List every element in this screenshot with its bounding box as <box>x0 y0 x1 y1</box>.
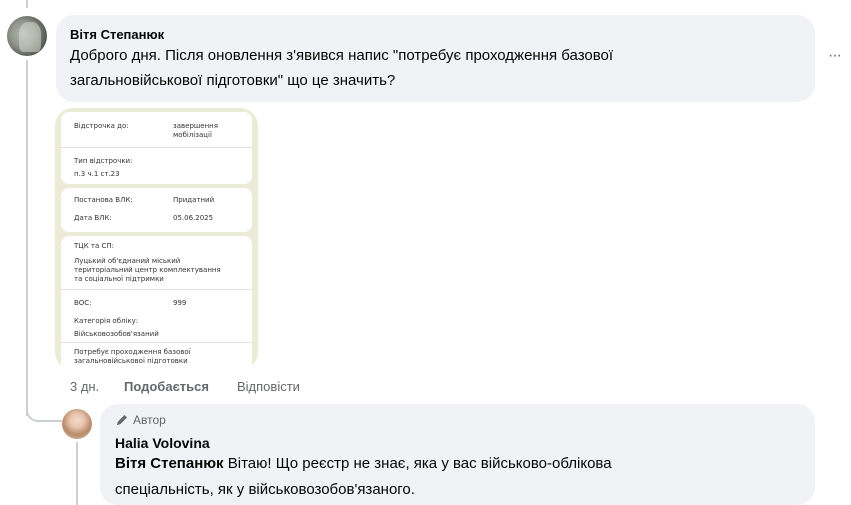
reply-text-line-2: спеціальність, як у військовозобов'язано… <box>115 481 415 498</box>
vlk-value: Придатний <box>173 196 215 204</box>
thread-line-branch <box>26 396 62 422</box>
avatar-figure <box>19 22 41 52</box>
reply-text-rest: Вітаю! Що реєстр не знає, яка у вас війс… <box>223 455 612 472</box>
attachment-image[interactable]: Відстрочка до: завершення мобілізації Ти… <box>55 108 258 370</box>
thread-line-top <box>26 0 28 8</box>
tck-label: ТЦК та СП: <box>74 242 115 250</box>
comment-author[interactable]: Вітя Степанюк <box>70 27 164 42</box>
reply-text-line-1: Вітя Степанюк Вітаю! Що реєстр не знає, … <box>115 453 612 475</box>
avatar[interactable] <box>7 16 47 56</box>
divider <box>61 342 252 343</box>
comment-bubble: Вітя Степанюк Доброго дня. Після оновлен… <box>56 15 815 102</box>
reply-button[interactable]: Відповісти <box>237 379 300 394</box>
mention-link[interactable]: Вітя Степанюк <box>115 455 224 472</box>
type-value: п.3 ч.1 ст.23 <box>74 170 120 178</box>
divider <box>61 289 252 290</box>
vos-value: 999 <box>173 299 187 307</box>
ellipsis-icon[interactable]: ··· <box>828 47 842 65</box>
tck-value-3: та соціальної підтримки <box>74 275 164 283</box>
type-label: Тип відстрочки: <box>74 157 133 165</box>
tck-value-2: територіальний центр комплектування <box>74 266 221 274</box>
card-deferral: Відстрочка до: завершення мобілізації Ти… <box>61 112 252 184</box>
tck-value-1: Луцький об'єднаний міський <box>74 257 181 265</box>
deferral-value-2: мобілізації <box>173 131 212 139</box>
thread-line-main <box>26 60 28 416</box>
category-label: Категорія обліку: <box>74 317 139 325</box>
vlk-date-label: Дата ВЛК: <box>74 214 112 222</box>
divider <box>61 147 252 148</box>
category-value: Військовозобов'язаний <box>74 330 159 338</box>
deferral-value-1: завершення <box>173 122 218 130</box>
vlk-label: Постанова ВЛК: <box>74 196 133 204</box>
reply-bubble: Автор Halia Volovina Вітя Степанюк Вітаю… <box>100 404 815 505</box>
vlk-date-value: 05.06.2025 <box>173 214 214 222</box>
like-button[interactable]: Подобається <box>124 379 209 394</box>
card-tck: ТЦК та СП: Луцький об'єднаний міський те… <box>61 236 252 370</box>
thread-line-reply <box>76 442 78 505</box>
pencil-icon <box>115 413 129 427</box>
author-badge-label: Автор <box>133 413 166 427</box>
reply-author[interactable]: Halia Volovina <box>115 435 210 451</box>
comment-text-line-2: загальновійськової підготовки" що це зна… <box>70 72 396 89</box>
comment-timestamp[interactable]: 3 дн. <box>70 379 99 394</box>
needs-line-1: Потребує проходження базової <box>74 348 191 356</box>
vos-label: ВОС: <box>74 299 92 307</box>
author-badge: Автор <box>115 413 166 427</box>
deferral-label: Відстрочка до: <box>74 122 129 130</box>
comment-text-line-1: Доброго дня. Після оновлення з'явився на… <box>70 47 614 64</box>
card-vlk: Постанова ВЛК: Придатний Дата ВЛК: 05.06… <box>61 188 252 232</box>
needs-line-2: загальновійськової підготовки <box>74 357 188 365</box>
reply-avatar[interactable] <box>62 409 92 439</box>
